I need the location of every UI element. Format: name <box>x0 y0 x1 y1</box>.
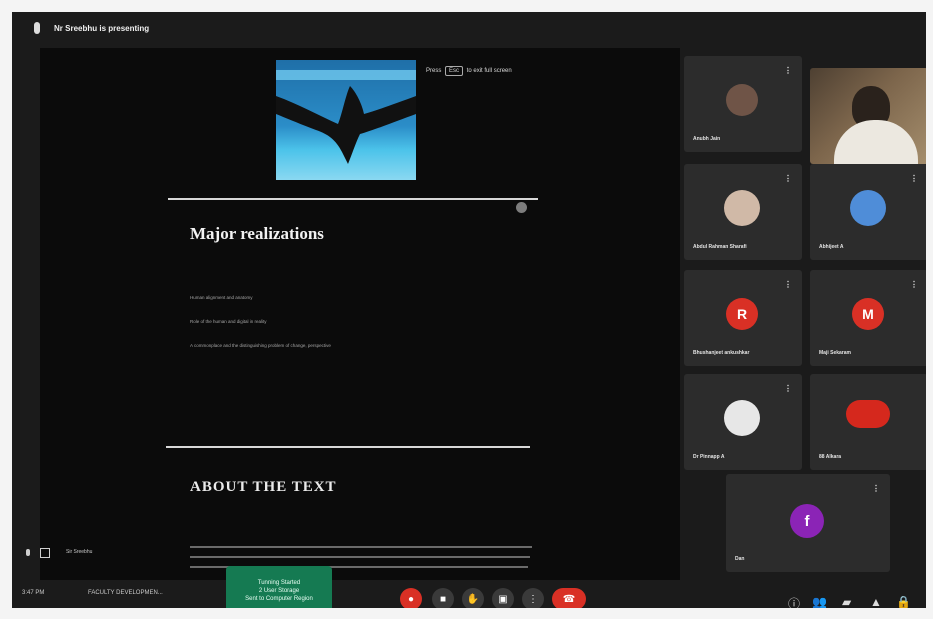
raise-hand-button[interactable]: ✋ <box>462 588 484 608</box>
participant-name: Dr Pinnapp A <box>693 454 725 460</box>
participant-name: Anubh Jain <box>693 136 721 142</box>
more-icon: ⋮ <box>528 593 538 605</box>
mic-off-icon: ● <box>407 593 415 605</box>
participant-name: Maji Sekaram <box>819 350 851 356</box>
participant-tile[interactable]: ⋮ Anubh Jain <box>684 56 802 152</box>
escape-hint-post: to exit full screen <box>466 68 512 74</box>
slide-heading: Major realizations <box>190 224 324 243</box>
more-options-icon[interactable]: ⋮ <box>784 280 792 289</box>
more-options-icon[interactable]: ⋮ <box>910 280 918 289</box>
text-line <box>190 546 532 548</box>
mic-icon[interactable] <box>26 549 30 556</box>
more-options-button[interactable]: ⋮ <box>522 588 544 608</box>
participant-avatar <box>724 400 760 436</box>
present-icon: ▣ <box>498 593 508 605</box>
section-heading: ABOUT THE TEXT <box>190 479 337 495</box>
more-options-icon[interactable]: ⋮ <box>784 174 792 183</box>
participant-avatar <box>724 190 760 226</box>
gear-icon[interactable] <box>516 202 527 213</box>
participant-tile[interactable]: R ⋮ Bhushanjeet ankushkar <box>684 270 802 366</box>
present-button[interactable]: ▣ <box>492 588 514 608</box>
notification-toast[interactable]: Tunning Started 2 User Storage Sent to C… <box>226 566 332 608</box>
presenting-label: Nr Sreebhu is presenting <box>54 24 150 33</box>
participant-avatar <box>846 400 890 428</box>
info-icon[interactable]: ⓘ <box>788 595 800 608</box>
activities-icon[interactable]: ▲ <box>870 595 882 608</box>
participant-tile[interactable]: M ⋮ Maji Sekaram <box>810 270 926 366</box>
notice-line: Sent to Computer Region <box>245 596 313 602</box>
participant-tile[interactable]: f ⋮ Dan <box>726 474 890 572</box>
meeting-title: FACULTY DEVELOPMEN... <box>88 590 163 596</box>
slide-photo <box>276 60 416 180</box>
participant-tile[interactable]: ⋮ Abhijeet A <box>810 164 926 260</box>
more-options-icon[interactable]: ⋮ <box>784 384 792 393</box>
participant-video[interactable] <box>810 68 926 164</box>
slide-bullet: Role of the human and digital in reality <box>190 319 267 324</box>
participant-avatar: R <box>726 298 758 330</box>
slide-bullet: A commonplace and the distinguishing pro… <box>190 343 331 348</box>
presenting-bar: Nr Sreebhu is presenting <box>12 12 926 46</box>
bird-silhouette <box>276 86 416 164</box>
meet-window: Nr Sreebhu is presenting Press Esc to ex… <box>12 12 926 608</box>
participant-tile[interactable]: ⋮ Dr Pinnapp A <box>684 374 802 470</box>
participant-name: Abhijeet A <box>819 244 844 250</box>
slide-divider-top <box>168 198 538 200</box>
presentation-stage: Press Esc to exit full screen Major real… <box>40 48 680 580</box>
more-options-icon[interactable]: ⋮ <box>784 66 792 75</box>
notice-line: Tunning Started <box>257 580 301 586</box>
text-line <box>190 556 530 558</box>
participant-name: Dan <box>735 556 745 562</box>
participant-name: Abdul Rahman Sharafi <box>693 244 747 250</box>
participant-avatar: M <box>852 298 884 330</box>
more-options-icon[interactable]: ⋮ <box>910 174 918 183</box>
participant-tile[interactable]: ⋮ Abdul Rahman Sharafi <box>684 164 802 260</box>
escape-hint-pre: Press <box>426 68 442 74</box>
participant-avatar: f <box>790 504 824 538</box>
slide-bullet: Human alignment and anatomy <box>190 295 253 300</box>
chat-icon[interactable]: ▰ <box>842 595 851 608</box>
people-icon[interactable]: 👥 <box>812 595 827 608</box>
more-options-icon[interactable]: ⋮ <box>872 484 880 493</box>
presenter-mic-icon <box>34 22 40 34</box>
self-view-label: Sir Sreebhu <box>66 549 93 555</box>
participant-tile[interactable]: 88 Alkara <box>810 374 926 470</box>
camera-icon: ■ <box>439 593 447 605</box>
participant-avatar <box>726 84 758 116</box>
hangup-icon: ☎ <box>562 593 576 605</box>
slide-divider-bottom <box>166 446 530 448</box>
fullscreen-escape-hint: Press Esc to exit full screen <box>426 66 512 76</box>
participant-avatar <box>850 190 886 226</box>
esc-key: Esc <box>445 66 464 76</box>
participant-name: Bhushanjeet ankushkar <box>693 350 750 356</box>
hand-icon: ✋ <box>466 593 480 605</box>
camera-toggle-button[interactable]: ■ <box>432 588 454 608</box>
participant-name: 88 Alkara <box>819 454 842 460</box>
captions-icon[interactable] <box>40 548 50 558</box>
meeting-time: 3:47 PM <box>22 590 45 596</box>
host-controls-icon[interactable]: 🔒 <box>896 595 911 608</box>
mic-toggle-button[interactable]: ● <box>400 588 422 608</box>
notice-line: 2 User Storage <box>258 588 300 594</box>
leave-call-button[interactable]: ☎ <box>552 588 586 608</box>
